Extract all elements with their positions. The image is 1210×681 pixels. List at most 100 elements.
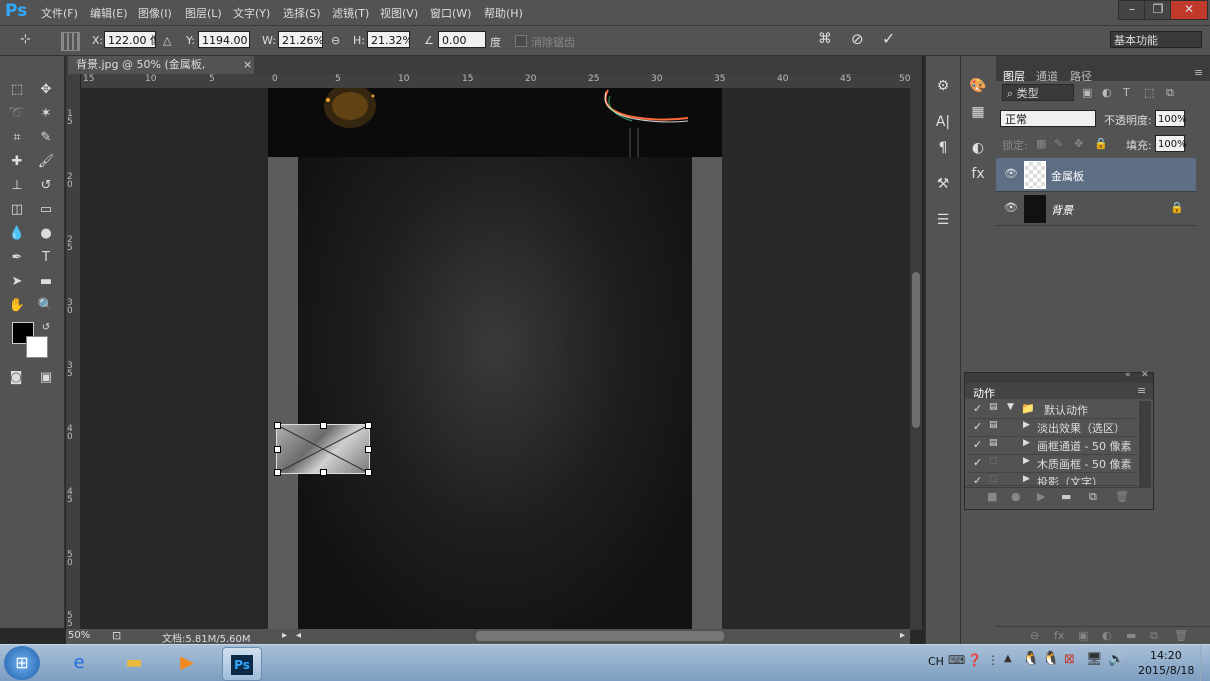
qq-icon-2[interactable]: 🐧 bbox=[1042, 651, 1059, 667]
opacity-field[interactable]: 100% bbox=[1155, 110, 1187, 127]
vertical-scroll-thumb[interactable] bbox=[912, 272, 920, 428]
height-field[interactable]: 21.32% bbox=[367, 31, 410, 48]
path-select-icon[interactable]: ➤ bbox=[7, 272, 27, 292]
metal-plate-layer[interactable] bbox=[274, 422, 372, 476]
expand-down-icon[interactable]: ▼ bbox=[1007, 402, 1014, 412]
background-color-swatch[interactable] bbox=[26, 336, 48, 358]
expand-right-icon[interactable]: ▶ bbox=[1023, 438, 1030, 448]
new-group-icon[interactable]: ▬ bbox=[1126, 629, 1136, 642]
lock-position-icon[interactable]: ✥ bbox=[1074, 137, 1083, 150]
dialog-toggle-icon[interactable]: □ bbox=[989, 474, 998, 484]
blend-mode-select[interactable]: 正常 bbox=[1000, 110, 1096, 127]
tab-actions[interactable]: 动作 bbox=[973, 385, 995, 401]
tab-paths[interactable]: 路径 bbox=[1070, 68, 1092, 84]
tool-presets-icon[interactable]: ⚒ bbox=[932, 174, 954, 194]
dodge-tool-icon[interactable]: ● bbox=[36, 224, 56, 244]
close-panel-icon[interactable]: ✕ bbox=[1141, 370, 1149, 380]
menu-help[interactable]: 帮助(H) bbox=[484, 5, 523, 21]
lock-all-icon[interactable]: 🔒 bbox=[1094, 137, 1108, 150]
menu-select[interactable]: 选择(S) bbox=[283, 5, 321, 21]
layer-row[interactable]: 👁 背景 🔒 bbox=[996, 192, 1196, 226]
panel-menu-icon[interactable]: ≡ bbox=[1194, 66, 1203, 79]
magic-wand-icon[interactable]: ✶ bbox=[36, 104, 56, 124]
crop-tool-icon[interactable]: ⌗ bbox=[7, 128, 27, 148]
action-label[interactable]: 投影（文字） bbox=[1037, 474, 1103, 485]
action-item[interactable]: ✓ ▤ ▶ 淡出效果（选区） bbox=[967, 419, 1137, 437]
filter-pixel-icon[interactable]: ▣ bbox=[1082, 86, 1092, 99]
brush-tool-icon[interactable]: 🖌 bbox=[36, 152, 56, 172]
lock-pixels-icon[interactable]: ▦ bbox=[1036, 137, 1046, 150]
menu-view[interactable]: 视图(V) bbox=[380, 5, 418, 21]
paragraph-panel-icon[interactable]: ¶ bbox=[932, 138, 954, 158]
action-item[interactable]: ✓ ▤ ▼ 📁 默认动作 bbox=[967, 401, 1137, 419]
action-label[interactable]: 淡出效果（选区） bbox=[1037, 420, 1125, 436]
reference-point-icon[interactable] bbox=[61, 32, 80, 51]
quick-mask-icon[interactable]: ◙ bbox=[6, 368, 26, 388]
clock-time[interactable]: 14:20 bbox=[1150, 649, 1182, 662]
ie-icon[interactable]: e bbox=[60, 647, 98, 679]
warp-icon[interactable]: ⌘ bbox=[818, 31, 832, 47]
mask-icon[interactable]: ▣ bbox=[1078, 629, 1088, 642]
action-label[interactable]: 默认动作 bbox=[1044, 402, 1088, 418]
menu-image[interactable]: 图像(I) bbox=[138, 5, 172, 21]
new-layer-icon[interactable]: ⧉ bbox=[1150, 629, 1158, 643]
media-player-icon[interactable]: ▶ bbox=[168, 647, 206, 679]
start-button[interactable]: ⊞ bbox=[4, 646, 40, 680]
transform-handle[interactable] bbox=[274, 446, 281, 453]
expand-right-icon[interactable]: ▶ bbox=[1023, 474, 1030, 484]
adjustment-panel-icon[interactable]: ☰ bbox=[932, 210, 954, 230]
action-item[interactable]: ✓ □ ▶ 木质画框 - 50 像素 bbox=[967, 455, 1137, 473]
move-tool-icon[interactable]: ✥ bbox=[36, 80, 56, 100]
stop-icon[interactable]: ■ bbox=[987, 490, 997, 503]
menu-layer[interactable]: 图层(L) bbox=[185, 5, 222, 21]
check-icon[interactable]: ✓ bbox=[973, 402, 982, 415]
actions-scrollbar[interactable] bbox=[1139, 401, 1151, 487]
layer-filter-select[interactable]: ⌕ 类型 bbox=[1002, 84, 1074, 101]
shape-tool-icon[interactable]: ▬ bbox=[36, 272, 56, 292]
screen-mode-icon[interactable]: ▣ bbox=[36, 368, 56, 388]
eyedropper-icon[interactable]: ✎ bbox=[36, 128, 56, 148]
new-set-icon[interactable]: ▬ bbox=[1061, 490, 1071, 503]
check-icon[interactable]: ✓ bbox=[973, 420, 982, 433]
workspace-select[interactable]: 基本功能 bbox=[1110, 31, 1202, 48]
action-item[interactable]: ✓ ▤ ▶ 画框通道 - 50 像素 bbox=[967, 437, 1137, 455]
minimize-button[interactable]: – bbox=[1118, 0, 1146, 20]
fx-icon[interactable]: fx bbox=[1054, 629, 1064, 642]
filter-adjust-icon[interactable]: ◐ bbox=[1102, 86, 1112, 99]
eye-icon[interactable]: 👁 bbox=[1004, 201, 1018, 214]
character-panel-icon[interactable]: A| bbox=[932, 112, 954, 132]
help-icon[interactable]: ❓ bbox=[967, 653, 982, 667]
link-layers-icon[interactable]: ⊖ bbox=[1030, 629, 1039, 642]
scroll-right-icon[interactable]: ▸ bbox=[900, 630, 905, 641]
lock-brush-icon[interactable]: ✎ bbox=[1054, 137, 1063, 150]
layer-name[interactable]: 背景 bbox=[1051, 202, 1073, 218]
menu-file[interactable]: 文件(F) bbox=[41, 5, 78, 21]
eye-icon[interactable]: 👁 bbox=[1004, 167, 1018, 180]
keyboard-icon[interactable]: ⌨ bbox=[948, 653, 965, 667]
eraser-tool-icon[interactable]: ◫ bbox=[7, 200, 27, 220]
swatches-panel-icon[interactable]: ▦ bbox=[967, 102, 989, 122]
qq-icon[interactable]: 🐧 bbox=[1022, 651, 1039, 667]
transform-handle[interactable] bbox=[365, 422, 372, 429]
ime-menu-icon[interactable]: ⋮ bbox=[987, 653, 999, 667]
blur-tool-icon[interactable]: 💧 bbox=[7, 224, 27, 244]
layer-row[interactable]: 👁 金属板 bbox=[996, 158, 1196, 192]
dialog-toggle-icon[interactable]: ▤ bbox=[989, 420, 998, 430]
dialog-toggle-icon[interactable]: □ bbox=[989, 456, 998, 466]
delta-icon[interactable]: △ bbox=[163, 34, 171, 47]
delete-layer-icon[interactable]: 🗑 bbox=[1174, 629, 1188, 642]
x-field[interactable]: 122.00 像 bbox=[104, 31, 156, 48]
hand-tool-icon[interactable]: ✋ bbox=[7, 296, 27, 316]
tab-channels[interactable]: 通道 bbox=[1036, 68, 1058, 84]
menu-type[interactable]: 文字(Y) bbox=[233, 5, 270, 21]
marquee-tool-icon[interactable]: ⬚ bbox=[7, 80, 27, 100]
clone-stamp-icon[interactable]: ⊥ bbox=[7, 176, 27, 196]
menu-edit[interactable]: 编辑(E) bbox=[90, 5, 128, 21]
menu-window[interactable]: 窗口(W) bbox=[430, 5, 471, 21]
layer-name[interactable]: 金属板 bbox=[1051, 168, 1084, 184]
show-desktop-button[interactable] bbox=[1200, 645, 1210, 681]
tab-layers[interactable]: 图层 bbox=[1003, 68, 1025, 84]
expand-right-icon[interactable]: ▶ bbox=[1023, 420, 1030, 430]
history-panel-icon[interactable]: ⚙ bbox=[932, 76, 954, 96]
transform-handle[interactable] bbox=[274, 422, 281, 429]
